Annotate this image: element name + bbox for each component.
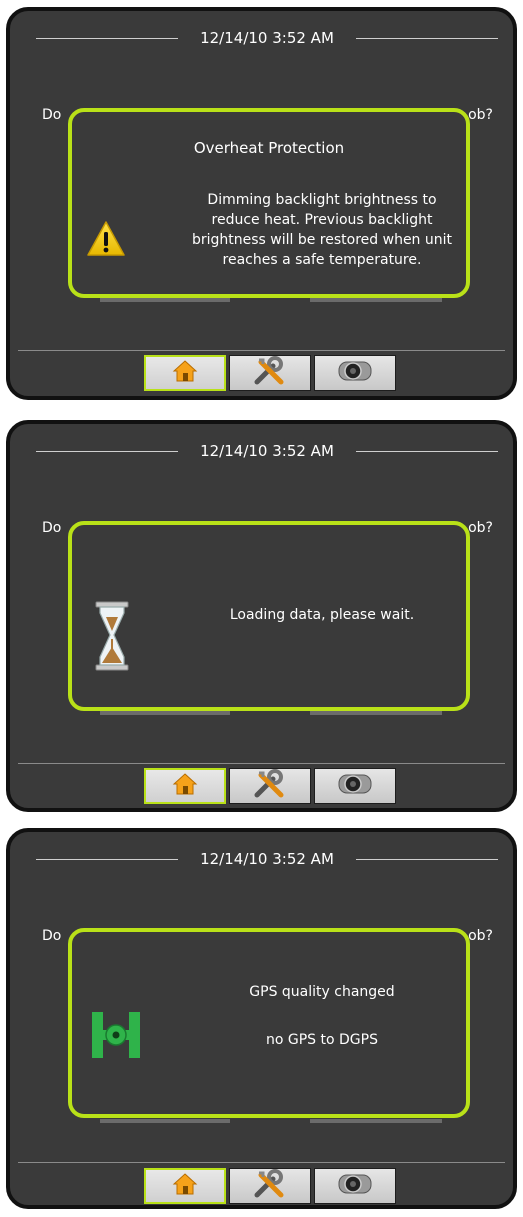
toolbar-divider <box>18 763 505 764</box>
screen-overheat: 12/14/10 3:52 AM Do ob? Overheat Protect… <box>6 7 517 400</box>
dialog-message: Loading data, please wait. <box>229 607 415 623</box>
gps-satellite-icon <box>90 1010 142 1064</box>
header-divider-left <box>36 451 178 452</box>
dialog-message: Dimming backlight brightness to reduce h… <box>191 192 453 268</box>
tab-tools[interactable] <box>229 355 311 391</box>
tab-home[interactable] <box>144 768 226 804</box>
background-button-left <box>100 298 230 302</box>
tab-tools[interactable] <box>229 1168 311 1204</box>
overheat-dialog[interactable]: Overheat Protection Dimming backlight br… <box>68 108 470 298</box>
dialog-title: Overheat Protection <box>193 139 345 157</box>
tab-camera[interactable] <box>314 768 396 804</box>
home-icon <box>172 359 198 387</box>
loading-dialog[interactable]: Loading data, please wait. <box>68 521 470 711</box>
background-button-left <box>100 1119 230 1123</box>
header-bar: 12/14/10 3:52 AM <box>10 440 513 462</box>
dialog-message-detail: no GPS to DGPS <box>266 1032 378 1048</box>
background-prompt-left: Do <box>42 107 62 123</box>
home-icon <box>172 1172 198 1200</box>
toolbar-divider <box>18 1162 505 1163</box>
header-divider-right <box>356 38 498 39</box>
warning-icon <box>86 220 126 262</box>
tab-camera[interactable] <box>314 355 396 391</box>
date-time: 12/14/10 3:52 AM <box>200 29 334 47</box>
camera-icon <box>335 1169 375 1203</box>
header-divider-right <box>356 859 498 860</box>
tab-camera[interactable] <box>314 1168 396 1204</box>
header-bar: 12/14/10 3:52 AM <box>10 848 513 870</box>
background-button-right <box>310 1119 442 1123</box>
camera-icon <box>335 769 375 803</box>
date-time: 12/14/10 3:52 AM <box>200 850 334 868</box>
background-prompt-left: Do <box>42 520 62 536</box>
background-button-left <box>100 711 230 715</box>
header-divider-left <box>36 859 178 860</box>
header-divider-left <box>36 38 178 39</box>
date-time: 12/14/10 3:52 AM <box>200 442 334 460</box>
screen-loading: 12/14/10 3:52 AM Do ob? Loading data, pl… <box>6 420 517 812</box>
gps-dialog[interactable]: GPS quality changed no GPS to DGPS <box>68 928 470 1118</box>
tools-icon <box>253 1169 287 1203</box>
header-bar: 12/14/10 3:52 AM <box>10 27 513 49</box>
background-prompt-right: ob? <box>468 107 493 123</box>
tab-home[interactable] <box>144 1168 226 1204</box>
bottom-tab-bar <box>144 768 396 804</box>
background-prompt-left: Do <box>42 928 62 944</box>
home-icon <box>172 772 198 800</box>
tab-tools[interactable] <box>229 768 311 804</box>
tools-icon <box>253 769 287 803</box>
screen-gps: 12/14/10 3:52 AM Do ob? GPS quality chan… <box>6 828 517 1209</box>
hourglass-icon <box>94 601 130 675</box>
header-divider-right <box>356 451 498 452</box>
camera-icon <box>335 356 375 390</box>
bottom-tab-bar <box>144 1168 396 1204</box>
background-prompt-right: ob? <box>468 520 493 536</box>
tools-icon <box>253 356 287 390</box>
bottom-tab-bar <box>144 355 396 391</box>
background-button-right <box>310 298 442 302</box>
dialog-message: GPS quality changed <box>249 984 395 1000</box>
background-prompt-right: ob? <box>468 928 493 944</box>
tab-home[interactable] <box>144 355 226 391</box>
background-button-right <box>310 711 442 715</box>
toolbar-divider <box>18 350 505 351</box>
